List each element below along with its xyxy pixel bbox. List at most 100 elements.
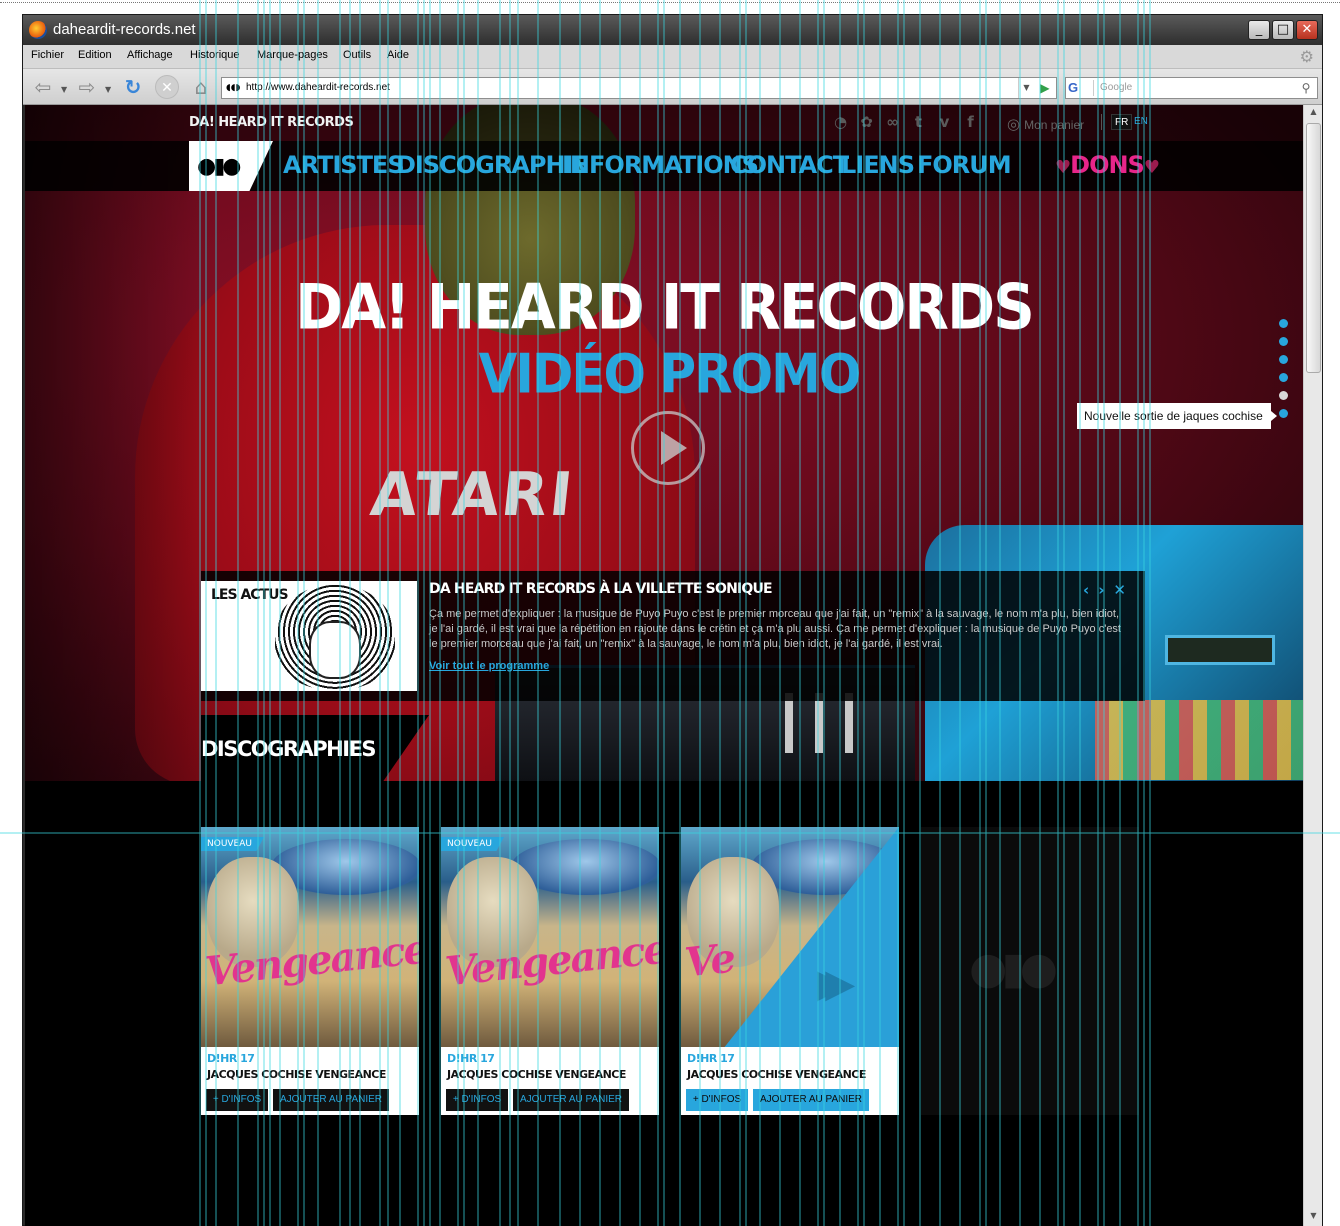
dons-label: DONS xyxy=(1070,151,1145,179)
nav-dons[interactable]: ♥DONS♥ xyxy=(1055,151,1160,179)
cart-label: Mon panier xyxy=(1024,118,1085,132)
site-logo[interactable]: ●▮● xyxy=(189,141,273,191)
news-title[interactable]: DA HEARD IT RECORDS À LA VILLETTE SONIQU… xyxy=(429,581,773,597)
back-icon[interactable]: ⇦ xyxy=(31,75,55,99)
release-card[interactable]: Vengeance NOUVEAU D!HR 17 JACQUES COCHIS… xyxy=(441,827,659,1115)
cart-link[interactable]: ◎ Mon panier xyxy=(1007,115,1084,133)
search-placeholder[interactable]: Google xyxy=(1100,82,1132,93)
synth-display xyxy=(1165,635,1275,665)
close-window-button[interactable]: ✕ xyxy=(1296,20,1318,40)
url-text[interactable]: http://www.daheardit-records.net xyxy=(246,82,390,93)
nav-informations[interactable]: INFORMATIONS xyxy=(562,151,759,179)
selection-border xyxy=(0,2,1340,3)
synth-keys xyxy=(1095,700,1303,780)
release-catalog: D!HR 17 xyxy=(687,1052,735,1065)
back-history-chevron-icon[interactable]: ▼ xyxy=(61,85,67,94)
mixer-fader xyxy=(815,693,823,753)
scroll-down-icon[interactable]: ▼ xyxy=(1307,1211,1320,1224)
release-title[interactable]: JACQUES COCHISE VENGEANCE xyxy=(447,1068,626,1081)
more-info-button[interactable]: + D'INFOS xyxy=(206,1089,268,1111)
mixer-fader xyxy=(845,693,853,753)
nav-liens[interactable]: LIENS xyxy=(841,151,915,179)
news-close-icon[interactable]: ✕ xyxy=(1113,581,1126,599)
reload-icon[interactable]: ↻ xyxy=(121,75,145,99)
release-title[interactable]: JACQUES COCHISE VENGEANCE xyxy=(687,1068,866,1081)
menu-aide[interactable]: Aide xyxy=(387,49,409,61)
address-bar[interactable]: ◖◖◗ http://www.daheardit-records.net ▼ ▶ xyxy=(221,77,1057,99)
divider xyxy=(1101,114,1102,130)
play-video-icon[interactable] xyxy=(631,411,705,485)
title-bar: daheardit-records.net _ □ ✕ xyxy=(23,15,1322,45)
nav-discographie[interactable]: DISCOGRAPHIE xyxy=(396,151,589,179)
search-box[interactable]: G Google ⚲ xyxy=(1065,77,1318,99)
nav-contact[interactable]: CONTACT xyxy=(730,151,849,179)
lastfm-icon[interactable]: ∞ xyxy=(883,114,902,131)
menu-affichage[interactable]: Affichage xyxy=(127,49,173,61)
stop-icon[interactable]: ✕ xyxy=(155,75,179,99)
new-badge: NOUVEAU xyxy=(441,837,504,851)
go-icon[interactable]: ▶ xyxy=(1034,78,1056,98)
menu-edition[interactable]: Edition xyxy=(78,49,112,61)
cover-word: Ve xyxy=(682,934,737,987)
menu-historique[interactable]: Historique xyxy=(190,49,240,61)
site-brand[interactable]: DA! HEARD IT RECORDS xyxy=(189,115,354,130)
myspace-icon[interactable]: ✿ xyxy=(857,114,876,131)
release-cover[interactable]: Vengeance NOUVEAU xyxy=(201,827,419,1047)
menu-marque-pages[interactable]: Marque-pages xyxy=(257,49,328,61)
more-info-button[interactable]: + D'INFOS xyxy=(446,1089,508,1111)
slide-tooltip: Nouvelle sortie de jaques cochise xyxy=(1077,403,1277,429)
vimeo-icon[interactable]: v xyxy=(935,114,954,131)
social-links: ◔ ✿ ∞ t v f xyxy=(831,114,980,131)
forward-history-chevron-icon[interactable]: ▼ xyxy=(105,85,111,94)
scroll-up-icon[interactable]: ▲ xyxy=(1307,107,1320,120)
add-to-cart-button[interactable]: AJOUTER AU PANIER xyxy=(753,1089,869,1111)
news-next-icon[interactable]: › xyxy=(1098,581,1104,599)
home-icon[interactable]: ⌂ xyxy=(189,75,213,99)
news-prev-icon[interactable]: ‹ xyxy=(1083,581,1089,599)
heart-icon: ♥ xyxy=(1143,157,1160,178)
main-nav: ●▮● ARTISTES DISCOGRAPHIE INFORMATIONS C… xyxy=(25,141,1303,191)
url-dropdown-icon[interactable]: ▼ xyxy=(1018,78,1034,98)
discographies-title: DISCOGRAPHIES xyxy=(201,737,377,761)
slider-dot-4[interactable] xyxy=(1279,373,1288,382)
menu-fichier[interactable]: Fichier xyxy=(31,49,64,61)
release-card[interactable]: Vengeance NOUVEAU D!HR 17 JACQUES COCHIS… xyxy=(201,827,419,1115)
news-thumbnail[interactable]: LES ACTUS xyxy=(201,581,417,691)
slider-dot-5[interactable] xyxy=(1279,391,1288,400)
nav-forum[interactable]: FORUM xyxy=(917,151,1012,179)
scroll-thumb[interactable] xyxy=(1306,123,1321,373)
release-cover[interactable]: Ve ▸▸ xyxy=(681,827,899,1047)
minimize-button[interactable]: _ xyxy=(1248,20,1270,40)
tumblr-icon[interactable]: t xyxy=(909,114,928,131)
menu-outils[interactable]: Outils xyxy=(343,49,371,61)
release-card[interactable]: Ve ▸▸ D!HR 17 JACQUES COCHISE VENGEANCE … xyxy=(681,827,899,1115)
nav-artistes[interactable]: ARTISTES xyxy=(283,151,405,179)
cart-icon: ◎ xyxy=(1007,116,1021,133)
lang-en[interactable]: EN xyxy=(1131,114,1151,130)
gear-icon[interactable]: ⚙ xyxy=(1300,47,1314,66)
search-engine-icon[interactable]: G xyxy=(1068,80,1094,96)
release-title[interactable]: JACQUES COCHISE VENGEANCE xyxy=(207,1068,386,1081)
placeholder-logo-icon: ●▮● xyxy=(969,943,1058,994)
more-info-button[interactable]: + D'INFOS xyxy=(686,1089,748,1111)
search-icon[interactable]: ⚲ xyxy=(1295,78,1317,98)
news-program-link[interactable]: Voir tout le programme xyxy=(429,660,549,672)
forward-arrows-icon[interactable]: ▸▸ xyxy=(817,947,856,1017)
hero-shadow xyxy=(25,105,215,781)
slider-dot-6[interactable] xyxy=(1279,409,1288,418)
slider-dot-2[interactable] xyxy=(1279,337,1288,346)
maximize-button[interactable]: □ xyxy=(1272,20,1294,40)
vertical-scrollbar[interactable]: ▲ ▼ xyxy=(1303,105,1322,1226)
forward-icon[interactable]: ⇨ xyxy=(75,75,99,99)
slider-dot-1[interactable] xyxy=(1279,319,1288,328)
hero-subtitle[interactable]: VIDÉO PROMO xyxy=(25,343,1303,406)
rss-icon[interactable]: ◔ xyxy=(831,114,850,131)
add-to-cart-button[interactable]: AJOUTER AU PANIER xyxy=(273,1089,389,1111)
release-cover[interactable]: Vengeance NOUVEAU xyxy=(441,827,659,1047)
lang-fr[interactable]: FR xyxy=(1111,114,1133,130)
news-controls: ‹ › ✕ xyxy=(1083,581,1126,599)
add-to-cart-button[interactable]: AJOUTER AU PANIER xyxy=(513,1089,629,1111)
facebook-icon[interactable]: f xyxy=(961,114,980,131)
slider-dot-3[interactable] xyxy=(1279,355,1288,364)
slider-dots xyxy=(1279,319,1288,427)
